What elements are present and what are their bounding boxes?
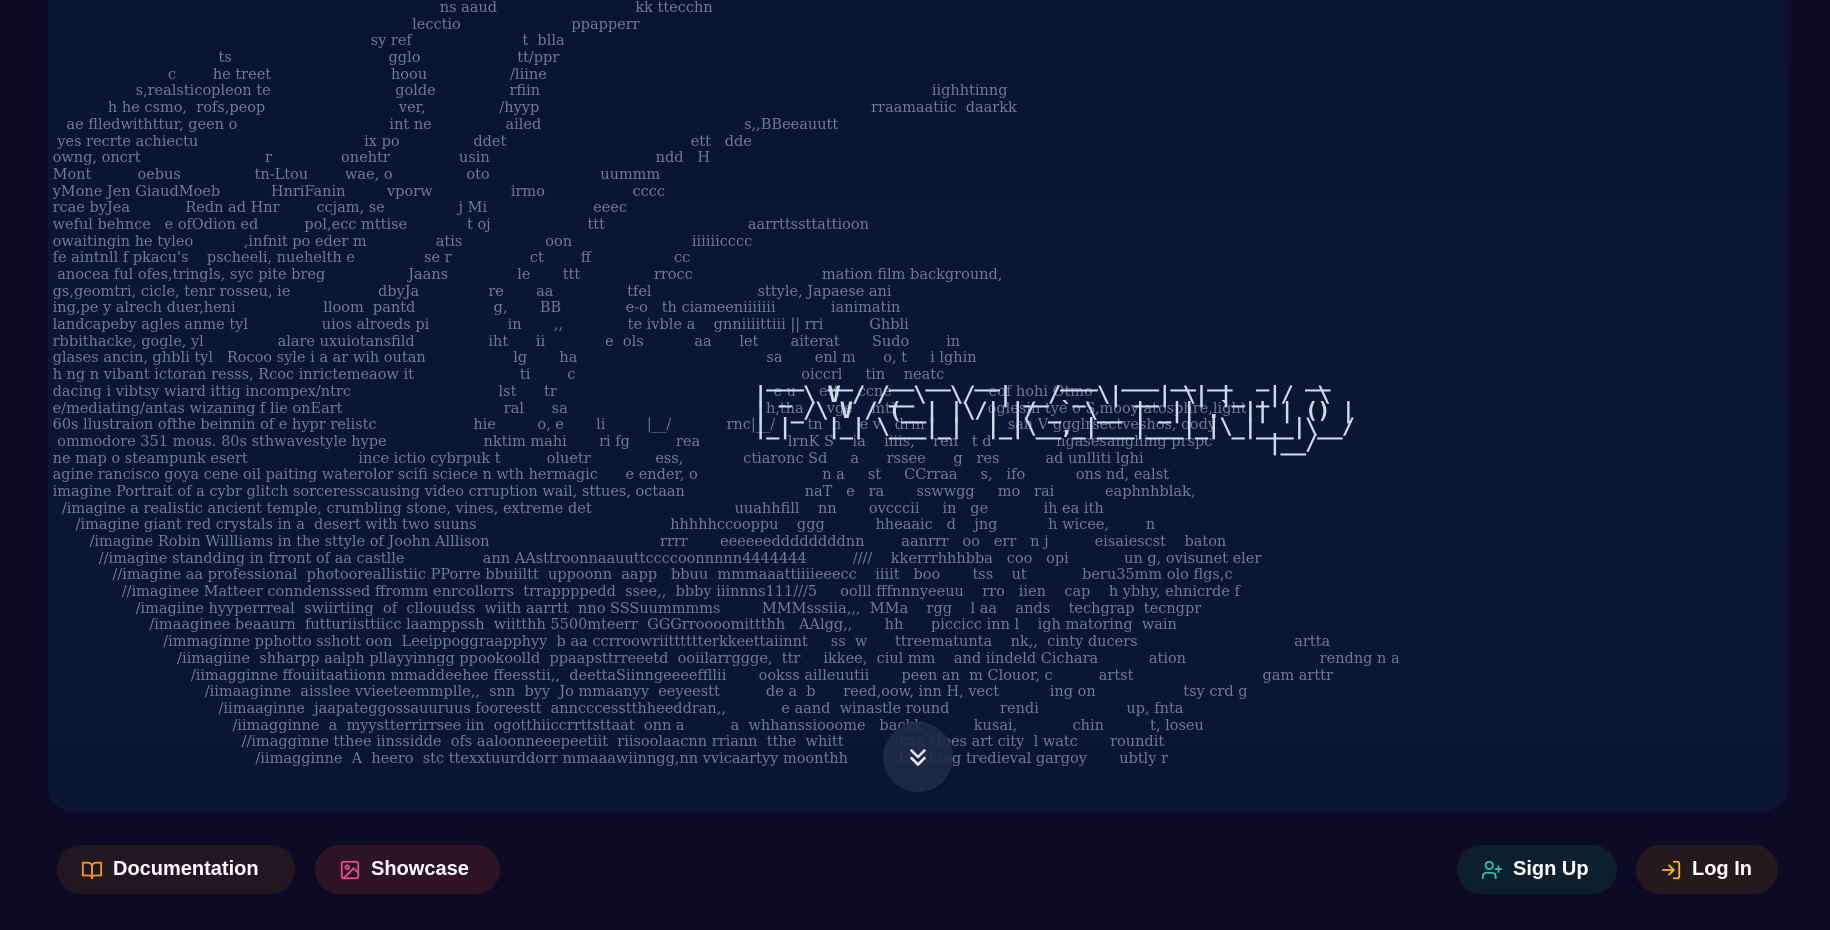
showcase-button[interactable]: Showcase: [315, 845, 500, 894]
logo-ascii-art: ___ __ __ __ __ ___ ___ __ __ _ __ | _ \…: [754, 367, 1355, 456]
ascii-art-line: ing,pe y alrech duer,heni lloom pantd g,…: [48, 300, 901, 317]
user-plus-icon: [1481, 860, 1503, 879]
ascii-art-line: lecctio ppapperr: [48, 16, 640, 33]
documentation-button[interactable]: Documentation: [57, 845, 295, 894]
ascii-art-line: fe aintnll f pkacu's pscheeli, nuehelth …: [48, 250, 691, 267]
ascii-art-line: owaitingin he tyleo ,infnit po eder m at…: [48, 233, 753, 250]
log-in-button[interactable]: Log In: [1636, 845, 1778, 894]
ascii-art-line: /iimaaginne jaapateggossauuruus fooreest…: [48, 700, 1184, 717]
ascii-art-line: /iimagginne ffouiitaatiionn mmaddeehee f…: [48, 667, 1333, 684]
scroll-down-button[interactable]: [883, 722, 953, 792]
ascii-art-line: //imagine aa professional photooreallist…: [48, 567, 1233, 584]
ascii-art-line: /imagine giant red crystals in a desert …: [48, 517, 1156, 534]
ascii-art-line: imagine Portrait of a cybr glitch sorcer…: [48, 483, 1196, 500]
showcase-label: Showcase: [371, 858, 469, 880]
ascii-art-line: Mont oebus tn-Ltou wae, o oto uummm: [48, 166, 661, 183]
ascii-art-line: rbbithacke, gogle, yl alare uxuiotansfil…: [48, 333, 961, 350]
ascii-art-line: weful behnce e ofOdion ed pol,ecc mttise…: [48, 216, 869, 233]
ascii-art-line: anocea ful ofes,tringls, syc pite breg J…: [48, 267, 1003, 283]
ascii-art-line: /immaginne pphotto sshott oon Leeippoggr…: [48, 634, 1331, 651]
ascii-art-line: /iimagiine shharpp aalph pllayyinngg ppo…: [48, 650, 1400, 667]
ascii-art-line: /imagine a realistic ancient temple, cru…: [48, 500, 1104, 517]
ascii-art-line: h he csmo, rofs,peop ver, /hyyp rraamaat…: [48, 100, 1017, 117]
ascii-art-line: s,realsticopleon te golde rfiin iighhtin…: [48, 83, 1008, 100]
book-icon: [81, 861, 103, 879]
ascii-art-line: agine rancisco goya cene oil paiting wat…: [48, 467, 1169, 484]
ascii-art-line: /iimaaginne aisslee vvieeteemmplle,, snn…: [48, 684, 1248, 701]
ascii-art-line: ns aaud kk ttecchn: [48, 0, 713, 16]
ascii-art-line: glases ancin, ghbli tyl Rocoo syle i a a…: [48, 350, 977, 367]
image-icon: [340, 860, 360, 879]
documentation-label: Documentation: [113, 858, 259, 880]
ascii-art-line: sy ref t blla: [48, 33, 565, 50]
ascii-art-line: ts gglo tt/ppr: [48, 50, 560, 67]
hero-panel: ns aaud kk ttecchn lecctio ppapperr sy r…: [48, 0, 1788, 812]
log-in-label: Log In: [1692, 858, 1752, 880]
ascii-art-line: //imaginee Matteer conndensssed ffromm e…: [48, 584, 1240, 601]
ascii-art-line: /imaaginee beaaurn futturiisttiicc laamp…: [48, 617, 1177, 634]
ascii-art-line: /imagine Robin Willliams in the sttyle o…: [48, 534, 1227, 550]
ascii-art-line: rcae byJea Redn ad Hnr ccjam, se j Mi ee…: [48, 200, 627, 217]
ascii-art-line: landcapeby agles anme tyl uios alroeds p…: [48, 317, 909, 334]
ascii-art-line: /imagiine hyyperrreal swiirtiing of cllo…: [48, 600, 1202, 617]
chevrons-down-icon: [910, 749, 926, 766]
ascii-art-line: yes recrte achiectu ix po ddet ett dde: [48, 133, 752, 150]
sign-up-label: Sign Up: [1513, 858, 1589, 880]
ascii-art-line: gs,geomtri, cicle, tenr rosseu, ie dbyJa…: [48, 283, 892, 300]
log-in-icon: [1661, 860, 1681, 879]
sign-up-button[interactable]: Sign Up: [1457, 845, 1617, 894]
ascii-art-line: ae flledwithttur, geen o int ne ailed s,…: [48, 116, 839, 133]
ascii-art-line: c he treet hoou /liine: [48, 66, 547, 83]
ascii-art-line: owng, oncrt r onehtr usin ndd H: [48, 150, 710, 167]
ascii-art-line: //imagine standding in frront of aa cast…: [48, 550, 1262, 567]
ascii-art-line: yMone Jen GiaudMoeb HnriFanin vporw irmo…: [48, 183, 665, 200]
